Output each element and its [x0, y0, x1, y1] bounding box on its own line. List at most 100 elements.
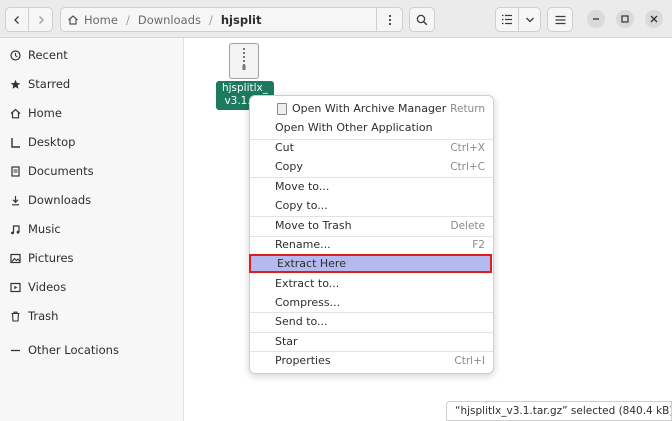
breadcrumb-home[interactable]: Home: [67, 13, 118, 27]
sidebar-item-documents[interactable]: Documents: [0, 158, 184, 184]
menu-item-shortcut: Return: [450, 102, 485, 115]
forward-button[interactable]: [29, 7, 53, 32]
document-icon: [8, 165, 22, 177]
breadcrumb-hjsplit[interactable]: hjsplit: [221, 13, 262, 27]
breadcrumb-label: Home: [84, 12, 118, 27]
archive-file-icon: [229, 43, 259, 79]
maximize-icon: [621, 15, 629, 23]
view-options-button[interactable]: [519, 7, 541, 32]
star-icon: [8, 79, 22, 90]
sidebar-item-recent[interactable]: Recent: [0, 42, 184, 68]
sidebar-item-label: Videos: [28, 280, 67, 294]
home-icon: [68, 14, 78, 25]
vertical-dots-icon: [388, 14, 391, 25]
breadcrumb-separator: /: [209, 12, 213, 27]
menu-item-shortcut: Ctrl+I: [454, 354, 485, 367]
search-button[interactable]: [409, 7, 435, 32]
menu-item-open-other-app[interactable]: Open With Other Application: [250, 118, 493, 137]
chevron-right-icon: [38, 15, 44, 24]
menu-item-label: Send to...: [275, 315, 328, 328]
menu-item-label: Properties: [275, 354, 331, 367]
search-icon: [416, 14, 428, 25]
sidebar-item-label: Pictures: [28, 251, 74, 265]
video-icon: [8, 282, 22, 293]
close-icon: [650, 15, 658, 23]
breadcrumb-label: hjsplit: [220, 12, 262, 27]
selection-status: “hjsplitlx_v3.1.tar.gz” selected (840.4 …: [446, 401, 672, 421]
menu-item-label: Extract Here: [277, 257, 346, 270]
menu-item-label: Move to...: [275, 180, 330, 193]
sidebar-item-label: Downloads: [28, 193, 92, 207]
sidebar-item-label: Music: [28, 222, 61, 236]
main-menu-button[interactable]: [547, 7, 573, 32]
home-icon: [8, 108, 22, 119]
menu-item-move-to[interactable]: Move to...: [250, 177, 493, 196]
menu-item-rename[interactable]: Rename... F2: [250, 235, 493, 254]
menu-item-open-archive-manager[interactable]: Open With Archive Manager Return: [250, 99, 493, 118]
menu-item-label: Copy to...: [275, 199, 328, 212]
download-icon: [8, 195, 22, 206]
menu-item-copy-to[interactable]: Copy to...: [250, 196, 493, 215]
sidebar-item-music[interactable]: Music: [0, 216, 184, 242]
hamburger-icon: [555, 15, 565, 24]
menu-item-star[interactable]: Star: [250, 332, 493, 351]
sidebar-item-pictures[interactable]: Pictures: [0, 245, 184, 271]
breadcrumb-separator: /: [125, 12, 130, 27]
menu-item-cut[interactable]: Cut Ctrl+X: [250, 138, 493, 157]
menu-item-label: Compress...: [275, 296, 341, 309]
minimize-icon: [593, 18, 599, 20]
sidebar: Recent Starred Home Desktop Documents Do…: [0, 38, 184, 421]
menu-item-shortcut: F2: [472, 238, 485, 251]
menu-item-label: Rename...: [275, 238, 331, 251]
menu-item-label: Copy: [275, 160, 303, 173]
sidebar-item-other-locations[interactable]: Other Locations: [0, 337, 184, 363]
breadcrumb-downloads[interactable]: Downloads: [138, 13, 201, 27]
plus-icon: [8, 345, 22, 356]
sidebar-item-downloads[interactable]: Downloads: [0, 187, 184, 213]
path-bar: Home / Downloads / hjsplit: [60, 7, 403, 32]
menu-item-label: Open With Other Application: [275, 121, 433, 134]
minimize-button[interactable]: [587, 10, 605, 28]
chevron-left-icon: [14, 15, 19, 24]
maximize-button[interactable]: [616, 10, 634, 28]
back-button[interactable]: [5, 7, 29, 32]
sidebar-item-label: Desktop: [28, 135, 76, 149]
list-view-button[interactable]: [495, 7, 519, 32]
menu-item-properties[interactable]: Properties Ctrl+I: [250, 351, 493, 370]
menu-item-send-to[interactable]: Send to...: [250, 312, 493, 331]
sidebar-item-label: Trash: [28, 309, 59, 323]
sidebar-divider: [0, 325, 184, 326]
menu-item-extract-to[interactable]: Extract to...: [250, 274, 493, 293]
sidebar-item-label: Home: [28, 106, 62, 120]
list-view-icon: [502, 14, 512, 25]
menu-item-shortcut: Ctrl+X: [450, 141, 485, 154]
context-menu: Open With Archive Manager Return Open Wi…: [249, 95, 494, 374]
menu-item-label: Cut: [275, 141, 294, 154]
sidebar-item-label: Documents: [28, 164, 94, 178]
trash-icon: [8, 311, 22, 322]
sidebar-item-desktop[interactable]: Desktop: [0, 129, 184, 155]
menu-item-shortcut: Delete: [450, 219, 486, 232]
menu-item-label: Move to Trash: [275, 219, 352, 232]
pictures-icon: [8, 253, 22, 264]
archive-manager-icon: [277, 102, 287, 115]
menu-item-label: Star: [275, 335, 298, 348]
music-icon: [8, 224, 22, 235]
clock-icon: [8, 49, 22, 61]
close-button[interactable]: [645, 10, 663, 28]
sidebar-item-home[interactable]: Home: [0, 100, 184, 126]
menu-item-shortcut: Ctrl+C: [450, 160, 485, 173]
sidebar-item-label: Starred: [28, 77, 71, 91]
path-menu-button[interactable]: [376, 8, 402, 31]
menu-item-label: Extract to...: [275, 277, 340, 290]
menu-item-copy[interactable]: Copy Ctrl+C: [250, 157, 493, 176]
menu-item-compress[interactable]: Compress...: [250, 293, 493, 312]
chevron-down-icon: [525, 17, 534, 22]
desktop-icon: [8, 137, 22, 148]
sidebar-item-starred[interactable]: Starred: [0, 71, 184, 97]
menu-item-extract-here[interactable]: Extract Here: [249, 254, 492, 273]
menu-item-move-to-trash[interactable]: Move to Trash Delete: [250, 216, 493, 235]
header-bar: Home / Downloads / hjsplit: [0, 0, 672, 38]
sidebar-item-label: Other Locations: [28, 343, 119, 357]
sidebar-item-videos[interactable]: Videos: [0, 274, 184, 300]
